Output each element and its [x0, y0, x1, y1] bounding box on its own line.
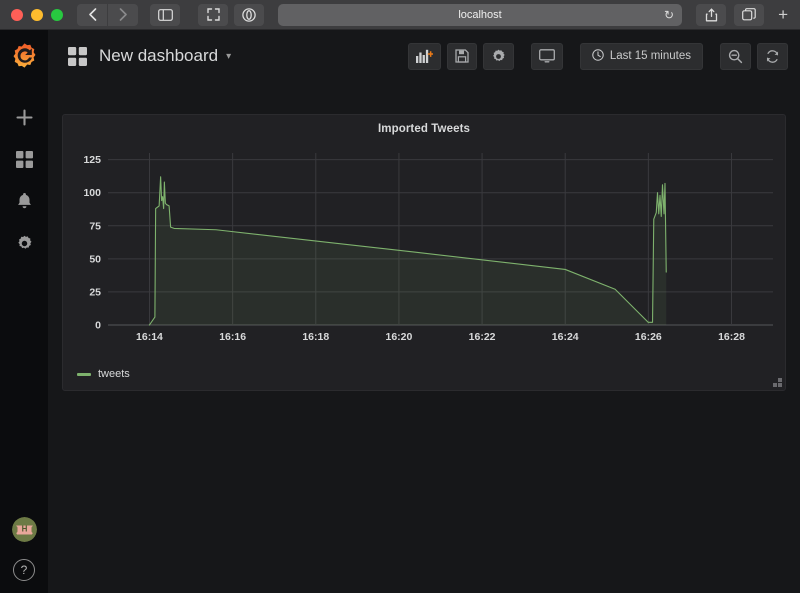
chevron-down-icon[interactable]: ▾	[226, 51, 231, 62]
grafana-app: H ? New dashboard ▾ Last 15 minutes Impo…	[0, 30, 800, 593]
panel-resize-handle[interactable]	[772, 377, 782, 387]
close-window-button[interactable]	[11, 8, 23, 21]
svg-text:H: H	[21, 525, 27, 534]
svg-text:16:26: 16:26	[635, 331, 662, 343]
svg-text:16:22: 16:22	[469, 331, 496, 343]
time-range-label: Last 15 minutes	[609, 50, 691, 62]
dashboard-settings-button[interactable]	[482, 42, 514, 70]
help-icon[interactable]: ?	[13, 559, 35, 581]
sidebar-item-create[interactable]	[0, 96, 48, 138]
address-bar[interactable]: localhost ↻	[278, 3, 683, 26]
dashboard-navbar: New dashboard ▾ Last 15 minutes	[48, 30, 800, 82]
dashboard-panel[interactable]: Imported Tweets 0 25 50 75 100 125 16:14 16:16 1…	[62, 114, 786, 391]
grafana-logo[interactable]	[9, 40, 39, 70]
legend-series-label[interactable]: tweets	[98, 368, 130, 380]
sidebar-toggle-button[interactable]	[150, 3, 180, 26]
tab-overview-icon[interactable]	[734, 3, 765, 26]
new-tab-button[interactable]: +	[772, 5, 794, 25]
zoom-out-button[interactable]	[720, 42, 751, 70]
graph-svg: 0 25 50 75 100 125 16:14 16:16 16:18 16:20 16:22 16…	[83, 153, 773, 343]
clock-icon	[592, 48, 604, 64]
nav-buttons[interactable]	[77, 3, 138, 26]
svg-text:25: 25	[89, 286, 101, 298]
sidebar-item-dashboards[interactable]	[0, 138, 48, 180]
svg-text:0: 0	[95, 320, 101, 332]
back-button[interactable]	[77, 3, 107, 26]
svg-text:16:18: 16:18	[302, 331, 329, 343]
svg-text:16:20: 16:20	[385, 331, 412, 343]
url-text: localhost	[458, 8, 502, 21]
forward-button[interactable]	[108, 3, 138, 26]
sidebar-item-alerting[interactable]	[0, 180, 48, 222]
svg-text:50: 50	[89, 253, 101, 265]
sidebar: H ?	[0, 30, 48, 593]
panel-title[interactable]: Imported Tweets	[63, 115, 785, 135]
dashboard-title-group[interactable]: New dashboard ▾	[68, 46, 231, 66]
main-content: New dashboard ▾ Last 15 minutes Imported…	[48, 30, 800, 593]
expand-icon[interactable]	[198, 3, 228, 26]
maximize-window-button[interactable]	[51, 8, 63, 21]
share-icon[interactable]	[696, 3, 727, 26]
reload-icon[interactable]: ↻	[664, 8, 674, 22]
graph-plot[interactable]: 0 25 50 75 100 125 16:14 16:16 16:18 16:20 16:22 16…	[63, 141, 787, 361]
save-dashboard-button[interactable]	[446, 42, 477, 70]
svg-text:16:24: 16:24	[552, 331, 579, 343]
browser-right-controls[interactable]: +	[696, 3, 800, 26]
page-title: New dashboard	[99, 46, 219, 65]
panel-legend[interactable]: tweets	[77, 368, 130, 380]
cycle-view-mode-button[interactable]	[530, 42, 563, 70]
sidebar-bottom: H ?	[11, 517, 37, 593]
svg-text:16:28: 16:28	[718, 331, 745, 343]
svg-text:16:16: 16:16	[219, 331, 246, 343]
window-controls[interactable]	[0, 8, 63, 21]
user-avatar[interactable]: H	[11, 517, 37, 542]
legend-color-swatch	[77, 372, 91, 376]
refresh-button[interactable]	[757, 42, 788, 70]
add-panel-button[interactable]	[407, 42, 441, 70]
dashboard-grid-icon	[68, 46, 87, 66]
svg-text:16:14: 16:14	[136, 331, 163, 343]
svg-text:125: 125	[83, 154, 101, 166]
minimize-window-button[interactable]	[31, 8, 43, 21]
navbar-actions: Last 15 minutes	[407, 42, 788, 70]
browser-toolbar: localhost ↻ +	[0, 0, 800, 30]
time-range-picker[interactable]: Last 15 minutes	[579, 42, 703, 70]
privacy-report-icon[interactable]	[234, 3, 264, 26]
svg-text:100: 100	[83, 187, 101, 199]
sidebar-item-configuration[interactable]	[0, 222, 48, 264]
svg-text:75: 75	[89, 220, 101, 232]
